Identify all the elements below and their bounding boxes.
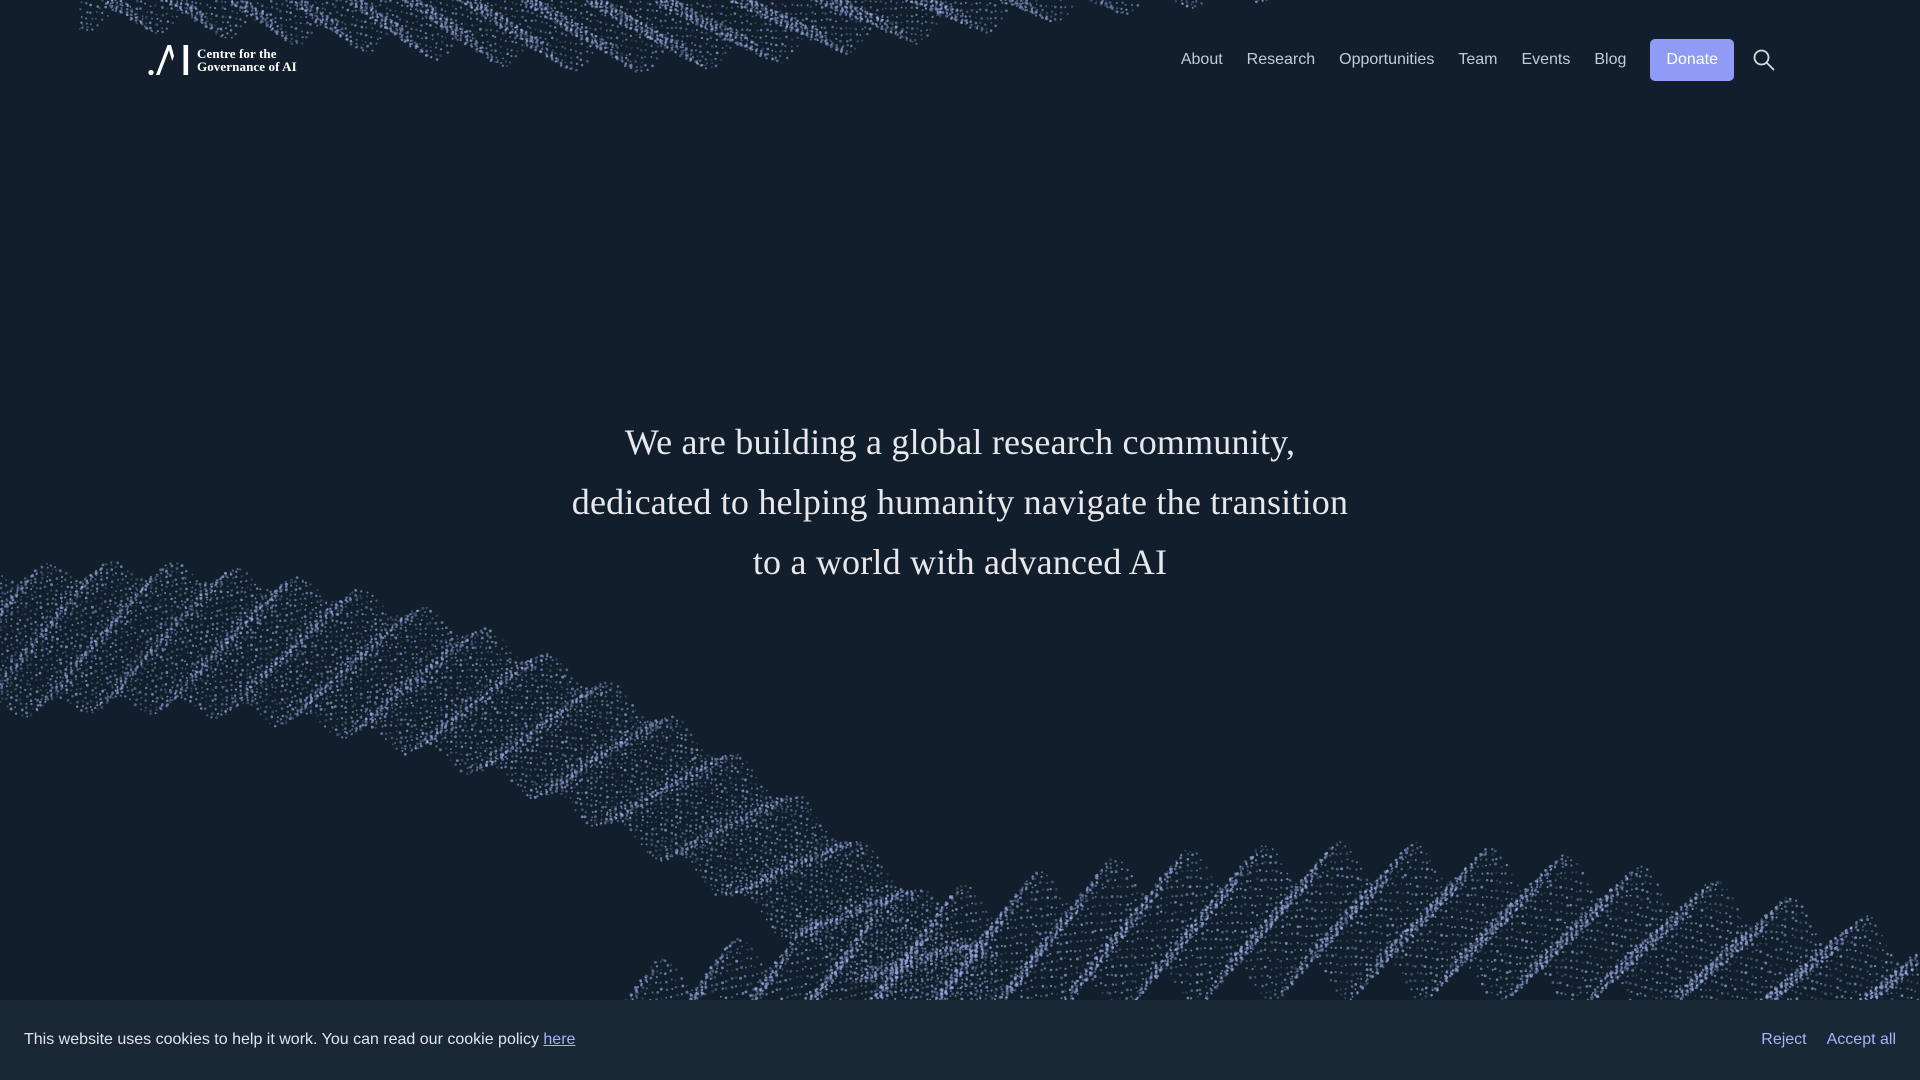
nav-item-opportunities[interactable]: Opportunities [1339, 39, 1434, 81]
hero-line-2: dedicated to helping humanity navigate t… [571, 482, 1349, 522]
search-icon[interactable] [1752, 48, 1776, 72]
page: Centre for the Governance of AI About Re… [0, 0, 1920, 1080]
site-header: Centre for the Governance of AI About Re… [0, 0, 1920, 120]
nav-item-about[interactable]: About [1181, 39, 1223, 81]
nav-item-blog[interactable]: Blog [1594, 39, 1626, 81]
nav-item-research[interactable]: Research [1247, 39, 1315, 81]
logo-mark-icon [148, 45, 189, 76]
main-nav: About Research Opportunities Team Events… [1181, 39, 1920, 81]
cookie-message-text: This website uses cookies to help it wor… [24, 1031, 544, 1048]
cookie-accept-all-button[interactable]: Accept all [1827, 1031, 1896, 1049]
cookie-banner: This website uses cookies to help it wor… [0, 1000, 1920, 1080]
donate-button[interactable]: Donate [1650, 39, 1734, 81]
site-logo[interactable]: Centre for the Governance of AI [147, 44, 297, 76]
cookie-actions: Reject Accept all [1741, 1000, 1896, 1080]
cookie-reject-button[interactable]: Reject [1761, 1031, 1806, 1049]
logo-text-line-2: Governance of AI [197, 59, 297, 74]
hero-line-1: We are building a global research commun… [624, 422, 1296, 462]
hero-statement: We are building a global research commun… [0, 412, 1920, 592]
logo-text: Centre for the Governance of AI [197, 47, 297, 73]
cookie-policy-link[interactable]: here [543, 1031, 575, 1048]
cookie-message: This website uses cookies to help it wor… [24, 1000, 575, 1080]
hero-line-3: to a world with advanced AI [752, 542, 1168, 582]
nav-item-events[interactable]: Events [1521, 39, 1570, 81]
nav-item-team[interactable]: Team [1458, 39, 1497, 81]
